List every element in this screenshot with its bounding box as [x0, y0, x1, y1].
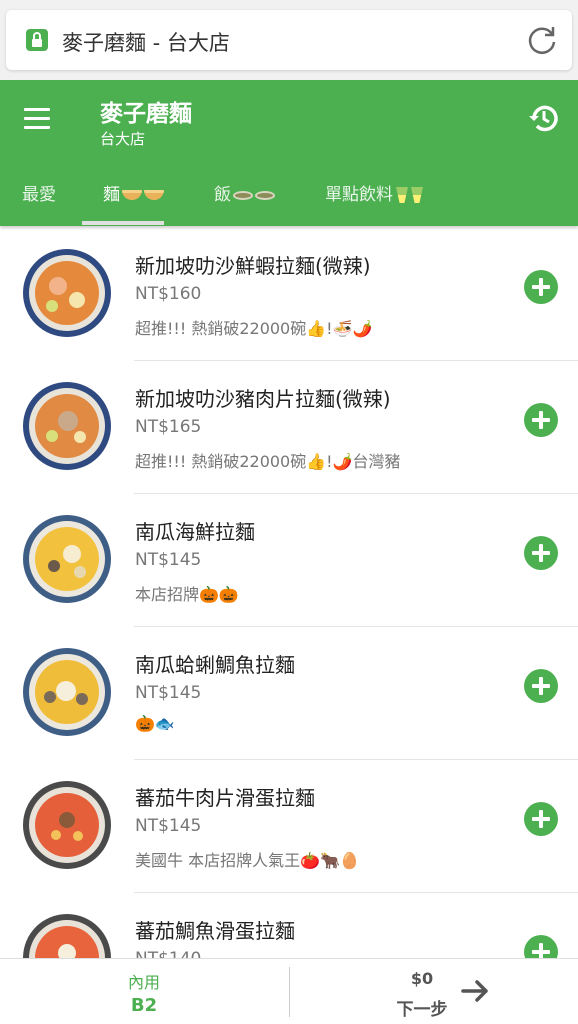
list-item[interactable]: 蕃茄牛肉片滑蛋拉麵 NT$145 美國牛 本店招牌人氣王🍅🐂🥚: [0, 760, 578, 893]
order-total: $0: [410, 969, 434, 988]
item-description: 🎃🐟: [135, 714, 175, 733]
list-item[interactable]: 南瓜海鮮拉麵 NT$145 本店招牌🎃🎃: [0, 494, 578, 627]
noodle-bowl-icon: [122, 190, 142, 200]
tab-label: 麵: [103, 185, 120, 205]
menu-icon[interactable]: [24, 108, 52, 130]
tab-label: 單點飲料: [325, 185, 393, 205]
table-number[interactable]: B2: [0, 995, 288, 1016]
category-tabs: 最愛 麵 飯 單點飲料: [0, 158, 578, 226]
item-description: 超推!!! 熱銷破22000碗👍!🍜🌶️: [135, 319, 373, 338]
item-description: 本店招牌🎃🎃: [135, 585, 239, 604]
add-icon[interactable]: [524, 802, 558, 836]
store-title: 麥子磨麵: [100, 101, 192, 127]
active-tab-indicator: [82, 221, 164, 225]
item-name: 蕃茄牛肉片滑蛋拉麵: [135, 786, 315, 810]
add-icon[interactable]: [524, 403, 558, 437]
item-price: NT$140: [135, 949, 201, 958]
history-icon[interactable]: [528, 102, 560, 134]
browser-chrome: 麥子磨麵 - 台大店: [0, 0, 578, 80]
item-price: NT$165: [135, 417, 202, 437]
dish-thumbnail: [23, 914, 111, 958]
app-header: 麥子磨麵 台大店: [0, 80, 578, 158]
item-name: 蕃茄鯛魚滑蛋拉麵: [135, 919, 295, 943]
address-bar[interactable]: 麥子磨麵 - 台大店: [6, 10, 572, 70]
item-price: NT$145: [135, 816, 202, 836]
item-name: 新加坡叻沙鮮蝦拉麵(微辣): [135, 254, 371, 278]
drink-icon: [396, 187, 408, 203]
add-icon[interactable]: [524, 270, 558, 304]
drink-icon: [411, 187, 423, 203]
lock-icon: [26, 29, 48, 51]
add-icon[interactable]: [524, 669, 558, 703]
divider: [289, 967, 290, 1017]
tab-noodles[interactable]: 麵: [103, 180, 164, 205]
dish-thumbnail: [23, 515, 111, 603]
item-description: 美國牛 本店招牌人氣王🍅🐂🥚: [135, 851, 360, 870]
tab-sides-drinks[interactable]: 單點飲料: [325, 180, 423, 205]
tab-rice[interactable]: 飯: [214, 180, 275, 205]
tab-label: 飯: [214, 185, 231, 205]
noodle-bowl-icon: [144, 190, 164, 200]
add-icon[interactable]: [524, 536, 558, 570]
dish-thumbnail: [23, 648, 111, 736]
add-icon[interactable]: [524, 935, 558, 958]
tab-label: 最愛: [22, 185, 56, 205]
dish-thumbnail: [23, 249, 111, 337]
item-name: 新加坡叻沙豬肉片拉麵(微辣): [135, 387, 391, 411]
item-price: NT$145: [135, 683, 202, 703]
rice-plate-icon: [233, 190, 253, 200]
item-price: NT$145: [135, 550, 202, 570]
tab-favorites[interactable]: 最愛: [22, 180, 56, 205]
list-item[interactable]: 新加坡叻沙豬肉片拉麵(微辣) NT$165 超推!!! 熱銷破22000碗👍!🌶…: [0, 361, 578, 494]
reload-icon[interactable]: [526, 24, 558, 56]
item-description: 超推!!! 熱銷破22000碗👍!🌶️台灣豬: [135, 452, 401, 471]
item-name: 南瓜蛤蜊鯛魚拉麵: [135, 653, 295, 677]
list-item[interactable]: 南瓜蛤蜊鯛魚拉麵 NT$145 🎃🐟: [0, 627, 578, 760]
item-name: 南瓜海鮮拉麵: [135, 520, 255, 544]
dish-thumbnail: [23, 382, 111, 470]
checkout-bar: 內用 B2 $0 下一步: [0, 958, 578, 1024]
page-title-url: 麥子磨麵 - 台大店: [62, 31, 230, 55]
arrow-right-icon[interactable]: [460, 977, 492, 1005]
item-price: NT$160: [135, 284, 202, 304]
list-item[interactable]: 新加坡叻沙鮮蝦拉麵(微辣) NT$160 超推!!! 熱銷破22000碗👍!🍜🌶…: [0, 228, 578, 361]
list-item[interactable]: 蕃茄鯛魚滑蛋拉麵 NT$140: [0, 893, 578, 958]
next-step-button[interactable]: 下一步: [370, 995, 474, 1020]
dish-thumbnail: [23, 781, 111, 869]
menu-list[interactable]: 新加坡叻沙鮮蝦拉麵(微辣) NT$160 超推!!! 熱銷破22000碗👍!🍜🌶…: [0, 228, 578, 958]
rice-plate-icon: [255, 190, 275, 200]
dine-type[interactable]: 內用: [0, 969, 288, 993]
store-branch: 台大店: [100, 130, 146, 148]
